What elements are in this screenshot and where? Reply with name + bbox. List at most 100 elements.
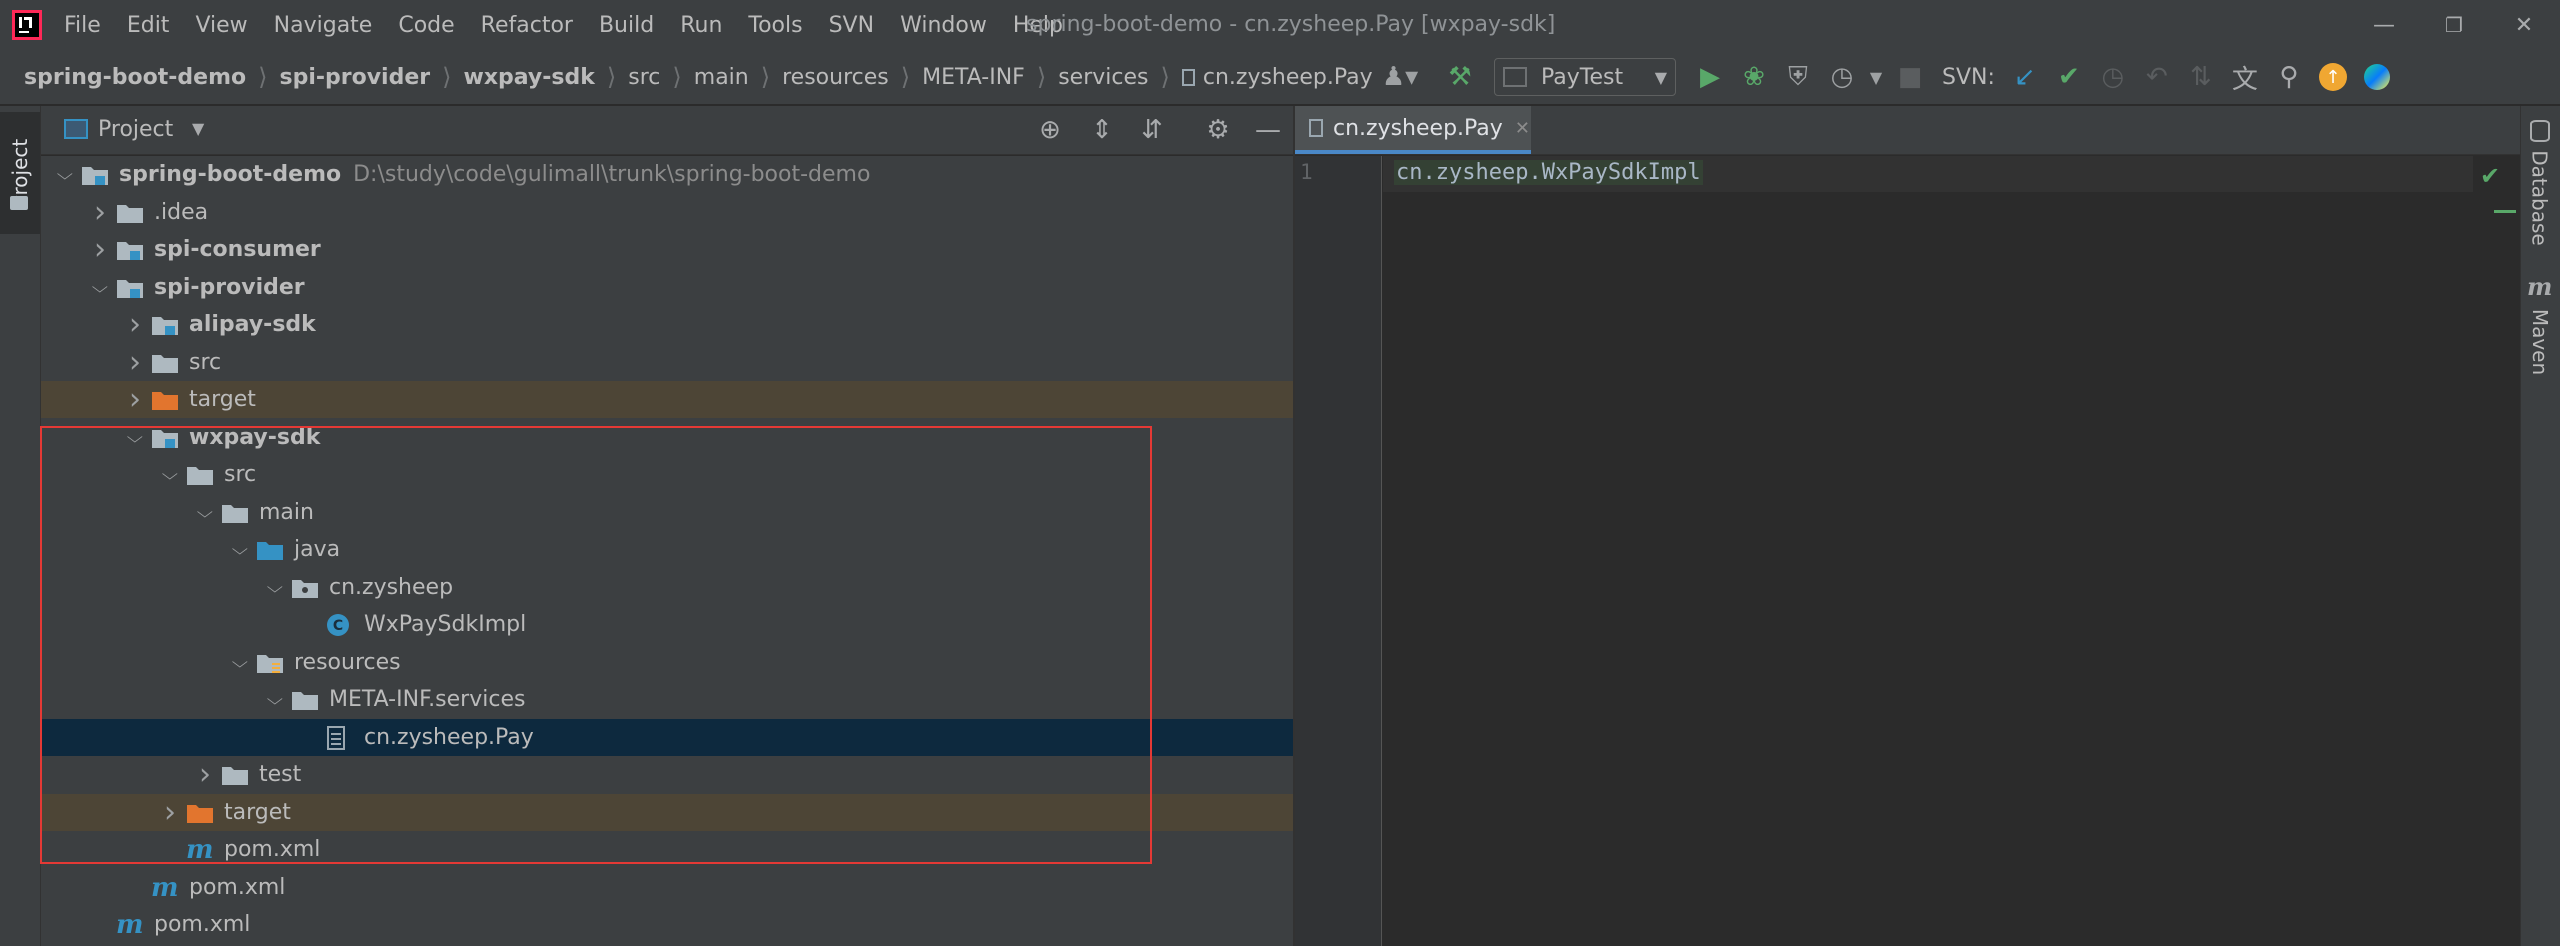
code-line[interactable]: cn.zysheep.WxPaySdkImpl (1394, 160, 1703, 185)
breadcrumb-label: resources (782, 64, 889, 90)
breadcrumb-item[interactable]: services (1058, 65, 1148, 90)
breadcrumb-item[interactable]: wxpay-sdk (464, 65, 595, 90)
coverage-icon[interactable]: ⛨ (1776, 55, 1820, 99)
svn-commit-icon[interactable]: ✔ (2047, 55, 2091, 99)
breadcrumb-item[interactable]: spi-provider (279, 65, 430, 90)
menu-file[interactable]: File (64, 13, 101, 38)
more-run-chevron-icon[interactable]: ▼ (1864, 55, 1888, 99)
gear-icon[interactable]: ⚙ (1196, 108, 1240, 152)
vcs-user-icon[interactable]: ♟▾ (1370, 55, 1430, 99)
debug-icon[interactable]: ❀ (1732, 55, 1776, 99)
inspection-ok-icon[interactable]: ✔ (2480, 162, 2500, 190)
tree-node[interactable]: ⌵ spring-boot-demo D:\study\code\gulimall\… (41, 156, 1293, 193)
chevron-right-icon[interactable]: › (84, 232, 116, 267)
menu-run[interactable]: Run (680, 13, 722, 38)
svg-text:m: m (151, 876, 179, 900)
menu-window[interactable]: Window (900, 13, 987, 38)
run-config-select[interactable]: PayTest ▼ (1494, 58, 1676, 96)
tree-node[interactable]: › alipay-sdk (41, 306, 1293, 343)
breadcrumb-label: wxpay-sdk (463, 64, 595, 90)
breadcrumb-label: spi-provider (279, 64, 431, 90)
text-file-icon (1181, 68, 1195, 86)
locate-file-icon[interactable]: ⊕ (1028, 108, 1072, 152)
update-available-icon[interactable]: ↑ (2311, 55, 2355, 99)
maven-icon: m (2527, 272, 2553, 301)
menu-svn[interactable]: SVN (829, 13, 874, 38)
profile-icon[interactable]: ◷ (1820, 55, 1864, 99)
menu-navigate[interactable]: Navigate (274, 13, 373, 38)
svn-rollback-icon[interactable]: ↶ (2135, 55, 2179, 99)
tree-node-label: spring-boot-demo (119, 162, 342, 187)
project-stripe-button[interactable]: Project (2, 112, 38, 234)
chevron-down-icon[interactable]: ⌵ (46, 165, 84, 184)
breadcrumb-item[interactable]: spring-boot-demo (24, 65, 246, 90)
svn-label: SVN: (1942, 64, 1995, 90)
build-hammer-icon[interactable]: ⚒ (1438, 55, 1482, 99)
tree-node[interactable]: ⌵ spi-provider (41, 269, 1293, 306)
run-icon[interactable]: ▶ (1688, 55, 1732, 99)
maximize-button[interactable]: ❐ (2424, 0, 2484, 50)
chevron-down-icon[interactable]: ⌵ (81, 278, 119, 297)
window-title: spring-boot-demo - cn.zysheep.Pay [wxpay… (1026, 12, 1556, 37)
tree-node[interactable]: m pom.xml (41, 869, 1293, 906)
collapse-all-icon[interactable]: ⇵ (1130, 108, 1174, 152)
close-tab-icon[interactable]: ✕ (1515, 118, 1530, 139)
chevron-right-icon[interactable]: › (119, 345, 151, 380)
breadcrumb-label: META-INF (922, 64, 1025, 90)
menu-edit[interactable]: Edit (127, 13, 170, 38)
editor-tab-label: cn.zysheep.Pay (1333, 115, 1503, 141)
breadcrumb-label: main (693, 64, 749, 90)
breadcrumb-item[interactable]: cn.zysheep.Pay (1181, 64, 1373, 90)
search-icon[interactable]: ⚲ (2267, 55, 2311, 99)
editor-tab[interactable]: cn.zysheep.Pay ✕ (1295, 106, 1531, 154)
breadcrumb-item[interactable]: META-INF (922, 65, 1025, 90)
hide-panel-icon[interactable]: — (1246, 108, 1290, 152)
menu-view[interactable]: View (195, 13, 247, 38)
chevron-right-icon[interactable]: › (119, 307, 151, 342)
database-stripe-button[interactable]: Database (2520, 146, 2560, 250)
chevron-right-icon[interactable]: › (119, 382, 151, 417)
breadcrumb-item[interactable]: main (694, 65, 749, 90)
stop-icon[interactable]: ■ (1888, 55, 1932, 99)
tree-node-label: target (189, 387, 256, 412)
maven-stripe-button[interactable]: Maven (2520, 300, 2560, 384)
translate-icon[interactable]: 文 (2223, 55, 2267, 99)
svn-push-icon[interactable]: ⇅ (2179, 55, 2223, 99)
project-view-dropdown-icon[interactable]: ▼ (192, 119, 204, 138)
tree-node-label: spi-consumer (154, 237, 321, 262)
breadcrumb-separator-icon: ⟩ (442, 63, 452, 91)
menu-build[interactable]: Build (599, 13, 654, 38)
expand-all-icon[interactable]: ⇕ (1080, 108, 1124, 152)
minimize-button[interactable]: — (2354, 0, 2414, 50)
breadcrumb-item[interactable]: src (628, 65, 660, 90)
maven-icon: m (151, 876, 185, 900)
menu-tools[interactable]: Tools (748, 13, 802, 38)
chevron-right-icon[interactable]: › (84, 195, 116, 230)
close-window-button[interactable]: ✕ (2494, 0, 2554, 50)
breadcrumb-item[interactable]: resources (782, 65, 889, 90)
svn-update-icon[interactable]: ↙ (2003, 55, 2047, 99)
tree-node[interactable]: › target (41, 381, 1293, 418)
folder-icon (116, 202, 150, 224)
code-with-me-icon[interactable] (2355, 55, 2399, 99)
menu-code[interactable]: Code (398, 13, 454, 38)
svg-text:m: m (116, 913, 144, 937)
svn-history-icon[interactable]: ◷ (2091, 55, 2135, 99)
run-config-icon (1503, 67, 1527, 87)
tree-node[interactable]: › .idea (41, 194, 1293, 231)
module-folder-icon (151, 314, 185, 336)
tree-node[interactable]: › spi-consumer (41, 231, 1293, 268)
module-folder-icon (81, 164, 115, 186)
breadcrumb-separator-icon: ⟩ (258, 63, 268, 91)
tree-node-label: pom.xml (189, 875, 286, 900)
breadcrumb-separator-icon: ⟩ (672, 63, 682, 91)
breadcrumb-separator-icon: ⟩ (606, 63, 617, 91)
breadcrumb-label: services (1058, 64, 1149, 90)
tree-node-label: alipay-sdk (189, 312, 316, 337)
project-panel-title[interactable]: Project (98, 106, 173, 154)
menu-refactor[interactable]: Refactor (481, 13, 573, 38)
tree-node[interactable]: m pom.xml (41, 906, 1293, 943)
tree-node[interactable]: › src (41, 344, 1293, 381)
database-icon (2530, 120, 2550, 142)
breadcrumb-label: cn.zysheep.Pay (1202, 64, 1373, 90)
